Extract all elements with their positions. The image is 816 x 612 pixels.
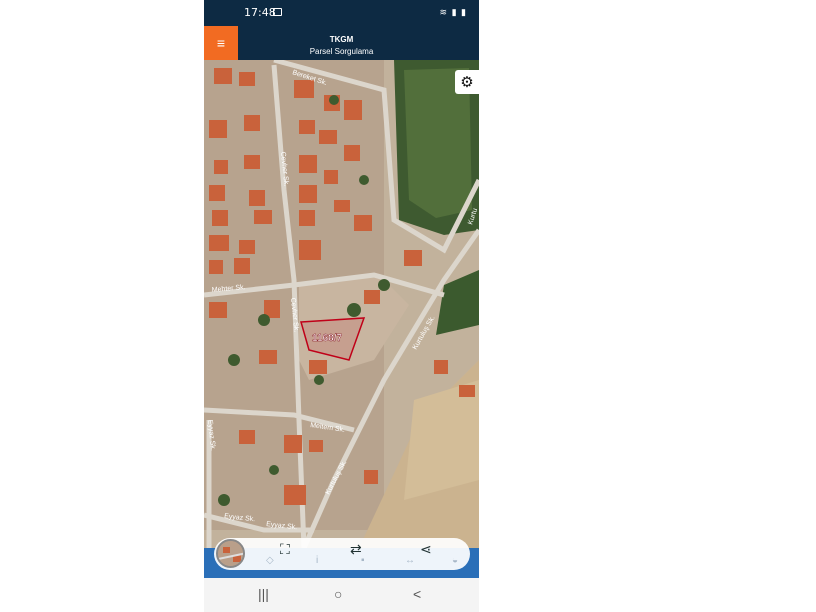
recents-button[interactable]: ||| bbox=[258, 586, 269, 602]
diamond-icon: ◇ bbox=[266, 555, 274, 566]
app-title: TKGM bbox=[329, 35, 354, 44]
swap-icon[interactable]: ⇄ bbox=[350, 541, 362, 558]
back-button[interactable]: < bbox=[413, 586, 421, 602]
status-time: 17:48 bbox=[244, 6, 276, 19]
ruler-icon: ↔ bbox=[405, 555, 415, 566]
phone-screen: 17:48 ≋ ▮ ▮ ≡ TKGM Parsel Sorgulama Bere… bbox=[204, 0, 479, 612]
status-bar: 17:48 ≋ ▮ ▮ bbox=[204, 0, 479, 26]
share-icon[interactable]: ⋖ bbox=[420, 541, 432, 558]
parcel-label: 1168/7 bbox=[312, 333, 342, 344]
gallery-icon bbox=[273, 8, 282, 16]
settings-button[interactable]: ⚙ bbox=[455, 70, 479, 94]
layer-icon: ◒ bbox=[452, 555, 459, 566]
car-icon: ▪ bbox=[361, 555, 365, 566]
home-button[interactable]: ○ bbox=[334, 586, 342, 602]
wifi-icon: ≋ bbox=[439, 7, 449, 17]
scan-icon[interactable]: ⛶ bbox=[280, 541, 290, 558]
signal-icon: ▮ bbox=[451, 7, 458, 17]
satellite-map[interactable]: Bereket Sk. Cevher Sk. Mehter Sk. Cevher… bbox=[204, 60, 479, 548]
toolbar-pill: ⛶ ⇄ ⋖ ◇ i ▪ ↔ ◒ bbox=[214, 538, 470, 570]
system-icons: ≋ ▮ ▮ bbox=[440, 7, 467, 18]
app-subtitle: Parsel Sorgulama bbox=[309, 47, 374, 56]
bottom-toolbar: ⛶ ⇄ ⋖ ◇ i ▪ ↔ ◒ bbox=[204, 538, 479, 578]
thumbnail-image bbox=[218, 541, 243, 566]
android-nav-bar: ||| ○ < bbox=[204, 578, 479, 612]
app-bar: ≡ TKGM Parsel Sorgulama bbox=[204, 26, 479, 60]
info-icon: i bbox=[316, 555, 319, 566]
battery-icon: ▮ bbox=[461, 7, 467, 17]
map-canvas: Bereket Sk. Cevher Sk. Mehter Sk. Cevher… bbox=[204, 60, 479, 548]
gear-icon: ⚙ bbox=[460, 74, 474, 91]
parcel-thumbnail[interactable] bbox=[216, 539, 245, 568]
